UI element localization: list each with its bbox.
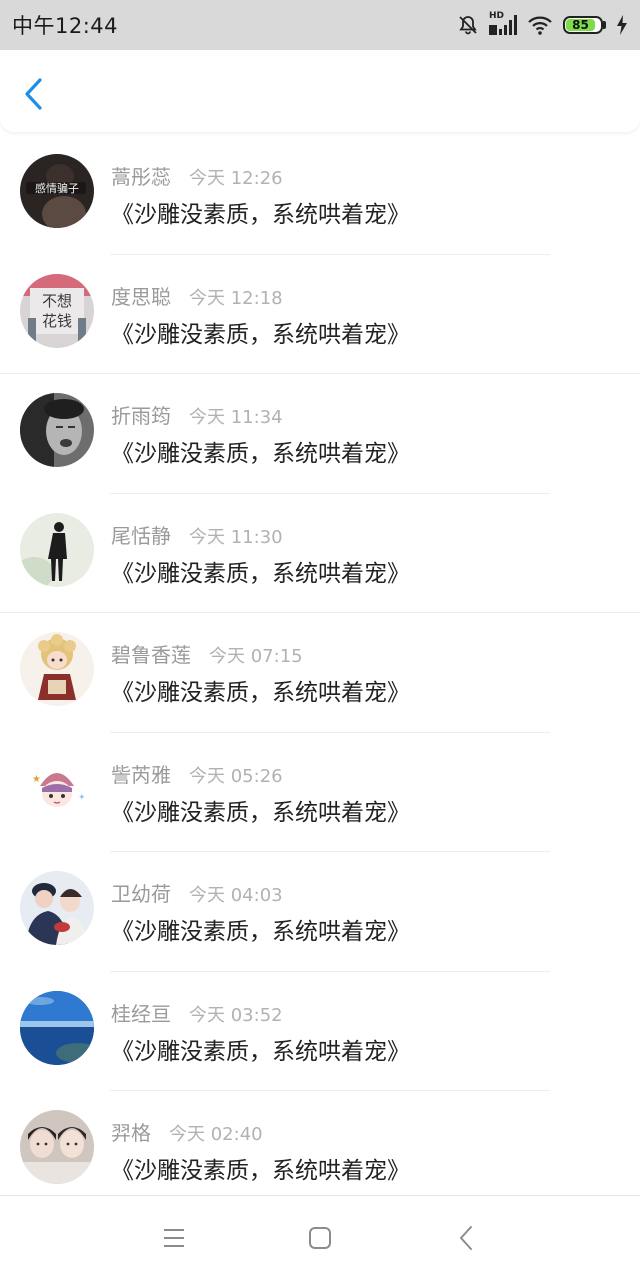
- book-title: 《沙雕没素质，系统哄着宠》: [111, 1158, 410, 1184]
- item-meta: 碧鲁香莲 今天 07:15: [111, 639, 303, 668]
- item-meta: 尾恬静 今天 11:30: [111, 520, 283, 549]
- avatar: ★ ✦: [20, 751, 94, 826]
- book-title: 《沙雕没素质，系统哄着宠》: [111, 680, 410, 706]
- list-item[interactable]: ★ ✦ 訾芮雅 今天 05:26 《沙雕没素质，系统哄着宠》: [0, 733, 640, 852]
- svg-text:感情骗子: 感情骗子: [35, 181, 79, 195]
- timestamp: 今天 12:26: [189, 168, 283, 189]
- sender-name: 折雨筠: [111, 404, 171, 428]
- sender-name: 訾芮雅: [111, 762, 171, 787]
- list-item[interactable]: 尾恬静 今天 11:30 《沙雕没素质，系统哄着宠》: [0, 494, 640, 613]
- system-back-button[interactable]: [448, 1220, 484, 1256]
- list-item[interactable]: 桂经亘 今天 03:52 《沙雕没素质，系统哄着宠》: [0, 972, 640, 1091]
- book-title: 《沙雕没素质，系统哄着宠》: [111, 202, 410, 228]
- bell-muted-icon: [457, 14, 479, 36]
- home-icon: [309, 1227, 331, 1249]
- sender-name: 尾恬静: [111, 523, 171, 548]
- system-nav-bar: [0, 1195, 640, 1280]
- sender-name: 碧鲁香莲: [111, 643, 191, 667]
- timestamp: 今天 12:18: [189, 287, 283, 309]
- avatar: 感情骗子: [20, 154, 94, 228]
- book-title: 《沙雕没素质，系统哄着宠》: [111, 1038, 410, 1065]
- top-nav-bar: [0, 50, 640, 132]
- sender-name: 度思聪: [111, 284, 171, 309]
- back-icon: [460, 1226, 472, 1250]
- book-title: 《沙雕没素质，系统哄着宠》: [111, 560, 410, 587]
- wifi-icon: [527, 14, 553, 36]
- timestamp: 今天 05:26: [189, 765, 283, 787]
- item-meta: 蒿彤蕊 今天 12:26: [111, 161, 283, 190]
- svg-text:★: ★: [32, 774, 41, 785]
- list-item[interactable]: 感情骗子 蒿彤蕊 今天 12:26 《沙雕没素质，系统哄着宠》: [0, 135, 640, 255]
- book-title: 《沙雕没素质，系统哄着宠》: [111, 799, 410, 826]
- message-list: 感情骗子 蒿彤蕊 今天 12:26 《沙雕没素质，系统哄着宠》 不想 花钱 度思…: [0, 135, 640, 1211]
- svg-text:花钱: 花钱: [42, 312, 72, 330]
- list-item[interactable]: 碧鲁香莲 今天 07:15 《沙雕没素质，系统哄着宠》: [0, 613, 640, 733]
- avatar: [20, 512, 94, 587]
- avatar: 不想 花钱: [20, 273, 94, 348]
- timestamp: 今天 07:15: [209, 646, 303, 667]
- status-bar: 中午12:44 HD 85: [0, 0, 640, 50]
- list-item[interactable]: 羿格 今天 02:40 《沙雕没素质，系统哄着宠》: [0, 1091, 640, 1211]
- charging-icon: [616, 15, 628, 35]
- list-item[interactable]: 不想 花钱 度思聪 今天 12:18 《沙雕没素质，系统哄着宠》: [0, 255, 640, 374]
- sender-name: 桂经亘: [111, 1001, 171, 1026]
- chevron-left-icon: [25, 78, 42, 110]
- status-icons: HD 85: [457, 11, 628, 36]
- list-item[interactable]: 卫幼荷 今天 04:03 《沙雕没素质，系统哄着宠》: [0, 852, 640, 972]
- battery-icon: 85: [563, 16, 606, 34]
- sender-name: 卫幼荷: [111, 882, 171, 906]
- item-meta: 訾芮雅 今天 05:26: [111, 759, 283, 788]
- timestamp: 今天 02:40: [169, 1124, 263, 1145]
- item-meta: 度思聪 今天 12:18: [111, 281, 283, 310]
- avatar: [20, 393, 94, 467]
- avatar: [20, 632, 94, 706]
- status-time: 中午12:44: [12, 14, 119, 38]
- book-title: 《沙雕没素质，系统哄着宠》: [111, 441, 410, 467]
- svg-text:不想: 不想: [42, 292, 72, 310]
- book-title: 《沙雕没素质，系统哄着宠》: [111, 321, 410, 348]
- timestamp: 今天 04:03: [189, 885, 283, 906]
- avatar: [20, 1110, 94, 1184]
- book-title: 《沙雕没素质，系统哄着宠》: [111, 919, 410, 945]
- timestamp: 今天 11:34: [189, 407, 283, 428]
- battery-level: 85: [566, 19, 595, 31]
- menu-icon: [164, 1229, 184, 1247]
- item-meta: 桂经亘 今天 03:52: [111, 998, 283, 1027]
- sender-name: 羿格: [111, 1121, 151, 1145]
- network-label: HD: [489, 11, 505, 21]
- list-item[interactable]: 折雨筠 今天 11:34 《沙雕没素质，系统哄着宠》: [0, 374, 640, 494]
- svg-text:✦: ✦: [78, 793, 86, 803]
- timestamp: 今天 03:52: [189, 1004, 283, 1026]
- item-meta: 折雨筠 今天 11:34: [111, 400, 283, 429]
- back-button[interactable]: [16, 74, 52, 114]
- avatar: [20, 871, 94, 945]
- home-button[interactable]: [302, 1220, 338, 1256]
- item-meta: 羿格 今天 02:40: [111, 1117, 263, 1146]
- sender-name: 蒿彤蕊: [111, 165, 171, 189]
- avatar: [20, 990, 94, 1065]
- item-meta: 卫幼荷 今天 04:03: [111, 878, 283, 907]
- signal-icon: HD: [489, 11, 517, 36]
- menu-button[interactable]: [156, 1220, 192, 1256]
- timestamp: 今天 11:30: [189, 526, 283, 548]
